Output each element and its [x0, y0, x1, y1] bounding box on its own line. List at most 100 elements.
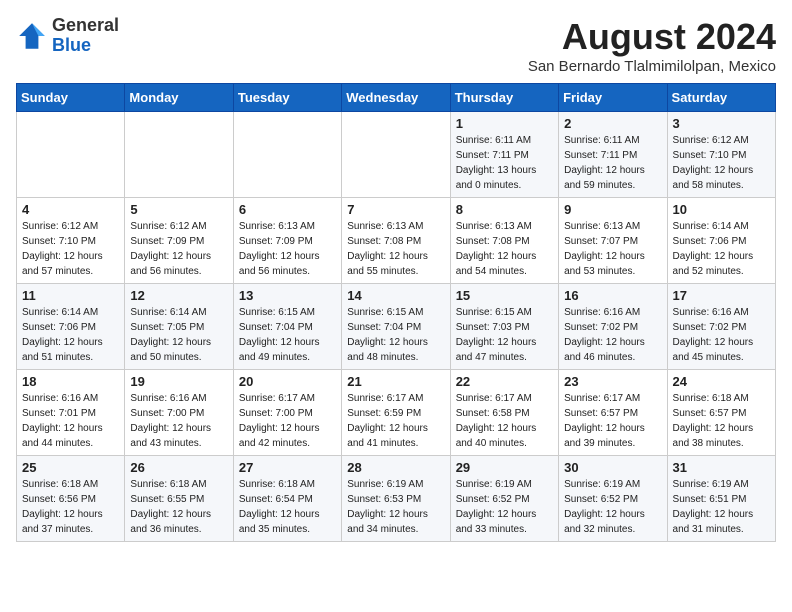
day-info: Sunrise: 6:19 AM Sunset: 6:53 PM Dayligh… — [347, 477, 444, 537]
day-info: Sunrise: 6:15 AM Sunset: 7:03 PM Dayligh… — [456, 305, 553, 365]
calendar-cell: 26 Sunrise: 6:18 AM Sunset: 6:55 PM Dayli… — [125, 456, 233, 542]
day-info: Sunrise: 6:19 AM Sunset: 6:52 PM Dayligh… — [456, 477, 553, 537]
month-year-title: August 2024 — [528, 16, 776, 58]
day-number: 26 — [130, 460, 227, 475]
day-info: Sunrise: 6:16 AM Sunset: 7:01 PM Dayligh… — [22, 391, 119, 451]
day-number: 7 — [347, 202, 444, 217]
day-info: Sunrise: 6:11 AM Sunset: 7:11 PM Dayligh… — [564, 133, 661, 193]
week-row-5: 25 Sunrise: 6:18 AM Sunset: 6:56 PM Dayli… — [17, 456, 776, 542]
day-info: Sunrise: 6:11 AM Sunset: 7:11 PM Dayligh… — [456, 133, 553, 193]
day-info: Sunrise: 6:14 AM Sunset: 7:06 PM Dayligh… — [22, 305, 119, 365]
day-number: 2 — [564, 116, 661, 131]
calendar-cell: 6 Sunrise: 6:13 AM Sunset: 7:09 PM Daylig… — [233, 198, 341, 284]
calendar-cell: 7 Sunrise: 6:13 AM Sunset: 7:08 PM Daylig… — [342, 198, 450, 284]
day-number: 15 — [456, 288, 553, 303]
calendar-cell: 30 Sunrise: 6:19 AM Sunset: 6:52 PM Dayli… — [559, 456, 667, 542]
day-number: 24 — [673, 374, 770, 389]
day-info: Sunrise: 6:16 AM Sunset: 7:00 PM Dayligh… — [130, 391, 227, 451]
day-number: 30 — [564, 460, 661, 475]
day-number: 14 — [347, 288, 444, 303]
calendar-cell — [342, 112, 450, 198]
day-info: Sunrise: 6:12 AM Sunset: 7:10 PM Dayligh… — [22, 219, 119, 279]
day-number: 21 — [347, 374, 444, 389]
calendar-cell: 11 Sunrise: 6:14 AM Sunset: 7:06 PM Dayli… — [17, 284, 125, 370]
week-row-2: 4 Sunrise: 6:12 AM Sunset: 7:10 PM Daylig… — [17, 198, 776, 284]
week-row-4: 18 Sunrise: 6:16 AM Sunset: 7:01 PM Dayli… — [17, 370, 776, 456]
day-info: Sunrise: 6:18 AM Sunset: 6:56 PM Dayligh… — [22, 477, 119, 537]
day-number: 25 — [22, 460, 119, 475]
calendar-cell: 15 Sunrise: 6:15 AM Sunset: 7:03 PM Dayli… — [450, 284, 558, 370]
day-number: 19 — [130, 374, 227, 389]
day-info: Sunrise: 6:18 AM Sunset: 6:55 PM Dayligh… — [130, 477, 227, 537]
day-info: Sunrise: 6:12 AM Sunset: 7:09 PM Dayligh… — [130, 219, 227, 279]
week-row-1: 1 Sunrise: 6:11 AM Sunset: 7:11 PM Daylig… — [17, 112, 776, 198]
day-info: Sunrise: 6:15 AM Sunset: 7:04 PM Dayligh… — [239, 305, 336, 365]
day-number: 29 — [456, 460, 553, 475]
logo: General Blue — [16, 16, 119, 56]
day-number: 10 — [673, 202, 770, 217]
location-subtitle: San Bernardo Tlalmimilolpan, Mexico — [528, 58, 776, 75]
day-number: 18 — [22, 374, 119, 389]
day-info: Sunrise: 6:14 AM Sunset: 7:05 PM Dayligh… — [130, 305, 227, 365]
day-info: Sunrise: 6:13 AM Sunset: 7:08 PM Dayligh… — [347, 219, 444, 279]
col-header-friday: Friday — [559, 84, 667, 112]
logo-text: General Blue — [52, 16, 119, 56]
day-info: Sunrise: 6:19 AM Sunset: 6:51 PM Dayligh… — [673, 477, 770, 537]
calendar-cell — [233, 112, 341, 198]
calendar-cell: 10Sunrise: 6:14 AM Sunset: 7:06 PM Dayli… — [667, 198, 775, 284]
calendar-cell: 23 Sunrise: 6:17 AM Sunset: 6:57 PM Dayli… — [559, 370, 667, 456]
day-number: 9 — [564, 202, 661, 217]
calendar-cell: 3Sunrise: 6:12 AM Sunset: 7:10 PM Daylig… — [667, 112, 775, 198]
calendar-cell: 31 Sunrise: 6:19 AM Sunset: 6:51 PM Dayli… — [667, 456, 775, 542]
calendar-body: 1 Sunrise: 6:11 AM Sunset: 7:11 PM Daylig… — [17, 112, 776, 542]
col-header-monday: Monday — [125, 84, 233, 112]
day-info: Sunrise: 6:15 AM Sunset: 7:04 PM Dayligh… — [347, 305, 444, 365]
day-info: Sunrise: 6:16 AM Sunset: 7:02 PM Dayligh… — [564, 305, 661, 365]
calendar-cell: 14 Sunrise: 6:15 AM Sunset: 7:04 PM Dayli… — [342, 284, 450, 370]
day-number: 12 — [130, 288, 227, 303]
day-info: Sunrise: 6:16 AM Sunset: 7:02 PM Dayligh… — [673, 305, 770, 365]
day-number: 1 — [456, 116, 553, 131]
day-number: 13 — [239, 288, 336, 303]
calendar-cell — [125, 112, 233, 198]
calendar-cell: 4 Sunrise: 6:12 AM Sunset: 7:10 PM Daylig… — [17, 198, 125, 284]
day-number: 17 — [673, 288, 770, 303]
calendar-cell: 13 Sunrise: 6:15 AM Sunset: 7:04 PM Dayli… — [233, 284, 341, 370]
day-number: 23 — [564, 374, 661, 389]
day-number: 16 — [564, 288, 661, 303]
day-info: Sunrise: 6:17 AM Sunset: 6:57 PM Dayligh… — [564, 391, 661, 451]
day-info: Sunrise: 6:13 AM Sunset: 7:07 PM Dayligh… — [564, 219, 661, 279]
day-number: 4 — [22, 202, 119, 217]
calendar-cell: 19 Sunrise: 6:16 AM Sunset: 7:00 PM Dayli… — [125, 370, 233, 456]
calendar-cell: 12 Sunrise: 6:14 AM Sunset: 7:05 PM Dayli… — [125, 284, 233, 370]
calendar-cell: 9 Sunrise: 6:13 AM Sunset: 7:07 PM Daylig… — [559, 198, 667, 284]
day-number: 5 — [130, 202, 227, 217]
calendar-header: SundayMondayTuesdayWednesdayThursdayFrid… — [17, 84, 776, 112]
calendar-cell: 1 Sunrise: 6:11 AM Sunset: 7:11 PM Daylig… — [450, 112, 558, 198]
logo-blue: Blue — [52, 35, 91, 55]
day-number: 20 — [239, 374, 336, 389]
day-info: Sunrise: 6:12 AM Sunset: 7:10 PM Dayligh… — [673, 133, 770, 193]
header-row: SundayMondayTuesdayWednesdayThursdayFrid… — [17, 84, 776, 112]
day-info: Sunrise: 6:13 AM Sunset: 7:08 PM Dayligh… — [456, 219, 553, 279]
day-info: Sunrise: 6:19 AM Sunset: 6:52 PM Dayligh… — [564, 477, 661, 537]
day-info: Sunrise: 6:17 AM Sunset: 6:58 PM Dayligh… — [456, 391, 553, 451]
title-section: August 2024 San Bernardo Tlalmimilolpan,… — [528, 16, 776, 75]
day-number: 28 — [347, 460, 444, 475]
day-info: Sunrise: 6:18 AM Sunset: 6:57 PM Dayligh… — [673, 391, 770, 451]
calendar-cell: 16 Sunrise: 6:16 AM Sunset: 7:02 PM Dayli… — [559, 284, 667, 370]
calendar-cell: 25 Sunrise: 6:18 AM Sunset: 6:56 PM Dayli… — [17, 456, 125, 542]
day-info: Sunrise: 6:13 AM Sunset: 7:09 PM Dayligh… — [239, 219, 336, 279]
col-header-wednesday: Wednesday — [342, 84, 450, 112]
page-header: General Blue August 2024 San Bernardo Tl… — [16, 16, 776, 75]
day-number: 8 — [456, 202, 553, 217]
day-number: 31 — [673, 460, 770, 475]
day-number: 22 — [456, 374, 553, 389]
logo-general: General — [52, 15, 119, 35]
day-info: Sunrise: 6:18 AM Sunset: 6:54 PM Dayligh… — [239, 477, 336, 537]
day-info: Sunrise: 6:17 AM Sunset: 7:00 PM Dayligh… — [239, 391, 336, 451]
day-number: 11 — [22, 288, 119, 303]
day-number: 6 — [239, 202, 336, 217]
day-info: Sunrise: 6:17 AM Sunset: 6:59 PM Dayligh… — [347, 391, 444, 451]
calendar-cell — [17, 112, 125, 198]
